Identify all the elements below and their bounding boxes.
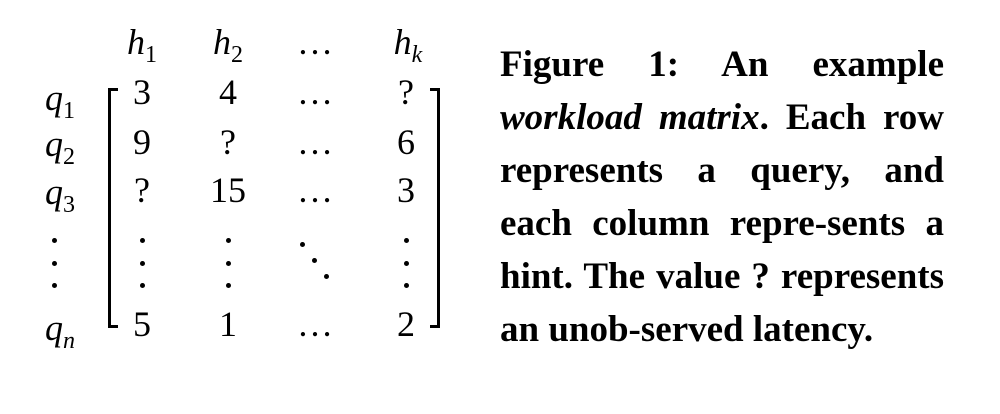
matrix-cell: … xyxy=(297,304,333,344)
matrix-cell: … xyxy=(297,72,333,112)
matrix-cell: 3 xyxy=(133,72,151,112)
matrix-cell: 5 xyxy=(133,304,151,344)
row-label-vdots xyxy=(51,238,57,288)
matrix-cell: 6 xyxy=(397,122,415,162)
matrix-vdots xyxy=(225,238,231,288)
row-label-qn: qn xyxy=(45,308,75,354)
col-header-h1: h1 xyxy=(127,22,157,68)
figure-caption: Figure 1: An example workload matrix. Ea… xyxy=(500,44,944,350)
col-header-h2: h2 xyxy=(213,22,243,68)
matrix-cell: 15 xyxy=(210,170,246,210)
matrix-cell: 9 xyxy=(133,122,151,162)
matrix-right-bracket xyxy=(430,88,440,328)
matrix-cell: 3 xyxy=(397,170,415,210)
matrix-cell: 1 xyxy=(219,304,237,344)
row-label-q1: q1 xyxy=(45,78,75,124)
matrix-cell: … xyxy=(297,170,333,210)
matrix-cell: … xyxy=(297,122,333,162)
matrix-cell: 2 xyxy=(397,304,415,344)
caption-emphasis: workload matrix xyxy=(500,97,760,138)
matrix-left-bracket xyxy=(108,88,118,328)
col-header-ellipsis: … xyxy=(297,22,333,62)
matrix-cell: ? xyxy=(134,170,150,210)
figure-1: h1 h2 … hk q1 q2 q3 qn 3 4 … ? 9 ? … 6 ?… xyxy=(0,0,1000,414)
matrix-cell: 4 xyxy=(219,72,237,112)
row-label-q3: q3 xyxy=(45,172,75,218)
matrix-ddots xyxy=(296,240,336,280)
row-label-q2: q2 xyxy=(45,124,75,170)
matrix-cell: ? xyxy=(220,122,236,162)
matrix-cell: ? xyxy=(398,72,414,112)
workload-matrix: h1 h2 … hk q1 q2 q3 qn 3 4 … ? 9 ? … 6 ?… xyxy=(0,0,480,414)
figure-label: Figure 1: xyxy=(500,44,680,85)
matrix-vdots xyxy=(403,238,409,288)
matrix-vdots xyxy=(139,238,145,288)
col-header-hk: hk xyxy=(393,22,423,68)
